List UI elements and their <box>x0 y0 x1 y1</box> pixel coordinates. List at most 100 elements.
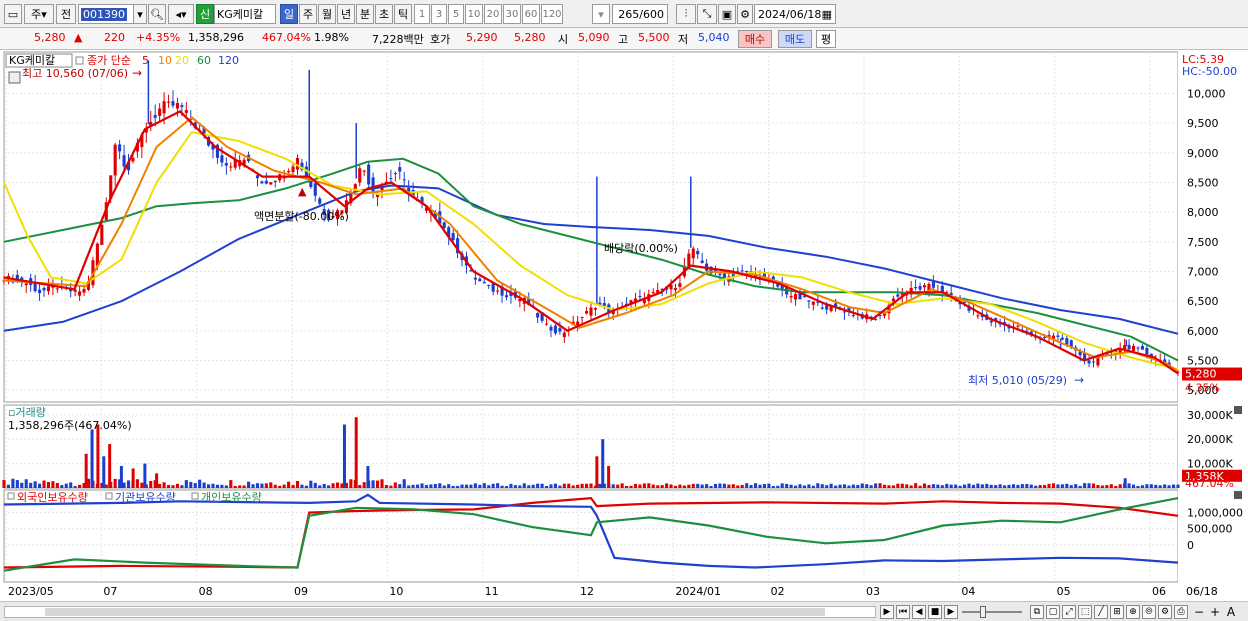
interval-button-3[interactable]: 10 <box>465 4 483 24</box>
tab-period-4[interactable]: 분 <box>356 4 374 24</box>
buy-button[interactable]: 매수 <box>738 30 772 48</box>
volume-bar <box>736 485 740 488</box>
chevron-down-icon[interactable]: ▾ <box>133 4 147 24</box>
candle-body <box>313 183 317 196</box>
interval-button-1[interactable]: 3 <box>431 4 447 24</box>
prev-icon[interactable]: ◀ <box>912 605 926 619</box>
fit-icon[interactable]: ⊞ <box>1110 605 1124 619</box>
scroll-track[interactable] <box>4 606 876 618</box>
volume: 1,358,296 <box>188 31 244 44</box>
volume-bar <box>55 482 59 488</box>
copy-icon[interactable]: ⧉ <box>1030 605 1044 619</box>
candle-body <box>482 282 486 284</box>
settings-icon[interactable]: ⚙ <box>1158 605 1172 619</box>
tab-period-1[interactable]: 주 <box>299 4 317 24</box>
candle-body <box>318 198 322 204</box>
volume-bar <box>776 485 780 488</box>
volume-bar <box>629 485 633 488</box>
tab-period-5[interactable]: 초 <box>375 4 393 24</box>
interval-button-5[interactable]: 30 <box>503 4 521 24</box>
volume-bar <box>642 483 646 488</box>
volume-bar <box>384 484 388 488</box>
save-icon[interactable]: ▣ <box>718 4 736 24</box>
date-input[interactable]: 2024/06/18 ▦ <box>754 4 836 24</box>
market-type-select[interactable]: 주 ▾ <box>24 4 54 24</box>
drawing-icon[interactable]: ⦾ <box>1142 605 1156 619</box>
volume-pane-close-icon <box>1234 406 1242 414</box>
volume-bar <box>193 483 197 488</box>
interval-button-0[interactable]: 1 <box>414 4 430 24</box>
first-icon[interactable]: ⏮ <box>896 605 910 619</box>
calendar-icon[interactable]: ▦ <box>822 8 832 21</box>
date-value: 2024/06/18 <box>758 7 822 21</box>
window-icon[interactable]: ▢ <box>1046 605 1060 619</box>
holdings-pane-close-icon <box>1234 491 1242 499</box>
x-tick-label: 06 <box>1152 585 1166 598</box>
expand-icon[interactable]: ⤢ <box>1062 605 1076 619</box>
select-icon[interactable]: ⬚ <box>1078 605 1092 619</box>
stop-icon[interactable]: ■ <box>928 605 942 619</box>
volume-bar <box>438 483 442 488</box>
cross-icon[interactable]: ⊕ <box>1126 605 1140 619</box>
play-right-icon[interactable]: ▶ <box>880 605 894 619</box>
volume-bar <box>598 483 602 488</box>
plus-icon[interactable]: + <box>1208 605 1222 619</box>
volume-pct: 467.04% <box>262 31 311 44</box>
volume-bar <box>1096 485 1100 488</box>
speaker-icon[interactable]: ◂▾ <box>168 4 194 24</box>
sell-button[interactable]: 매도 <box>778 30 812 48</box>
stock-code-text: 001390 <box>81 7 127 21</box>
volume-value-label: 1,358,296주(467.04%) <box>8 419 132 432</box>
search-icon[interactable]: 🔍︎ <box>148 4 166 24</box>
candle-body <box>585 311 589 314</box>
zoom-slider[interactable] <box>962 606 1022 618</box>
volume-bar <box>633 483 638 488</box>
scroll-thumb[interactable] <box>45 608 825 616</box>
tab-period-6[interactable]: 틱 <box>394 4 412 24</box>
candle-body <box>914 287 918 289</box>
volume-bar <box>918 485 922 488</box>
split-annotation: 액면분할(-80.00%) <box>254 210 349 223</box>
tab-period-0[interactable]: 일 <box>280 4 298 24</box>
count-input[interactable]: 265/600 <box>612 4 668 24</box>
candle-body <box>1056 335 1060 337</box>
minus-icon[interactable]: − <box>1192 605 1206 619</box>
low-price: 5,040 <box>698 31 730 44</box>
print-icon[interactable]: ⎙ <box>1174 605 1188 619</box>
volume-bar <box>616 484 620 488</box>
interval-button-6[interactable]: 60 <box>522 4 540 24</box>
high-arrow-icon: → <box>132 66 142 80</box>
y-tick-label: 7,500 <box>1187 236 1219 249</box>
interval-dropdown-icon[interactable]: ▾ <box>592 4 610 24</box>
line-tool-icon[interactable]: ╱ <box>1094 605 1108 619</box>
next-icon[interactable]: ▶ <box>944 605 958 619</box>
candle-body <box>593 308 597 310</box>
layout-icon[interactable]: ▭ <box>4 4 22 24</box>
volume-bar <box>807 484 811 488</box>
zoom-slider-handle[interactable] <box>980 606 986 618</box>
volume-bar <box>420 483 424 488</box>
tab-period-3[interactable]: 년 <box>337 4 355 24</box>
volume-spike-bar <box>595 456 599 488</box>
chart-scrollbar[interactable]: ▶ ⏮ ◀ ■ ▶ ⧉ ▢ ⤢ ⬚ ╱ ⊞ ⊕ ⦾ ⚙ ⎙ − + A <box>0 601 1248 621</box>
volume-bar <box>229 480 233 488</box>
prev-button[interactable]: 전 <box>56 4 76 24</box>
interval-button-4[interactable]: 20 <box>484 4 502 24</box>
candle-type-icon[interactable]: ⫶ <box>676 4 696 24</box>
tab-period-2[interactable]: 월 <box>318 4 336 24</box>
eval-button[interactable]: 평 <box>816 30 836 48</box>
volume-bar <box>1078 485 1082 488</box>
volume-bar <box>1007 484 1011 488</box>
candle-body <box>367 164 371 185</box>
current-price: 5,280 <box>34 31 66 44</box>
x-tick-label: 09 <box>294 585 308 598</box>
interval-button-7[interactable]: 120 <box>541 4 563 24</box>
x-tick-label: 11 <box>485 585 499 598</box>
crosshair-icon[interactable]: ⤡ <box>697 4 717 24</box>
text-a-icon[interactable]: A <box>1224 605 1238 619</box>
stock-chart[interactable]: 2023/05 07 08 09 10 11 12 2024/01 02 03 04 05 06 06/1… <box>0 50 1248 601</box>
gear-icon[interactable]: ⚙ <box>737 4 753 24</box>
y-tick-label-volume: 30,000K <box>1187 409 1233 422</box>
interval-button-2[interactable]: 5 <box>448 4 464 24</box>
volume-bar <box>682 485 686 488</box>
